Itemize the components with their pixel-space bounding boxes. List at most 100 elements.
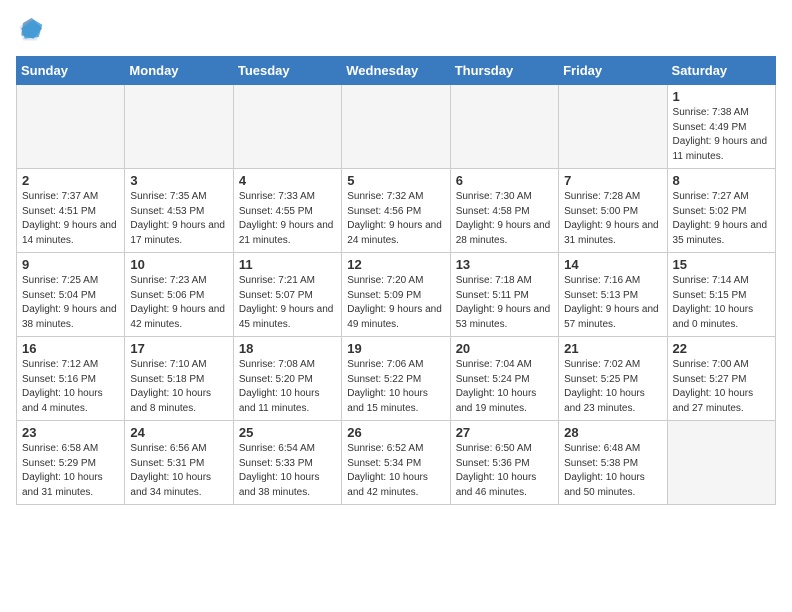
day-info: Sunrise: 7:38 AM Sunset: 4:49 PM Dayligh… <box>673 106 770 164</box>
day-number: 2 <box>22 173 119 188</box>
day-info: Sunrise: 6:52 AM Sunset: 5:34 PM Dayligh… <box>347 442 444 500</box>
calendar-cell: 4 Sunrise: 7:33 AM Sunset: 4:55 PM Daylig… <box>233 169 341 253</box>
day-number: 18 <box>239 341 336 356</box>
day-info: Sunrise: 7:00 AM Sunset: 5:27 PM Dayligh… <box>673 358 770 416</box>
day-info: Sunrise: 7:33 AM Sunset: 4:55 PM Dayligh… <box>239 190 336 248</box>
calendar-cell: 26 Sunrise: 6:52 AM Sunset: 5:34 PM Dayli… <box>342 421 450 505</box>
calendar-cell: 3 Sunrise: 7:35 AM Sunset: 4:53 PM Daylig… <box>125 169 233 253</box>
calendar-cell: 19 Sunrise: 7:06 AM Sunset: 5:22 PM Dayli… <box>342 337 450 421</box>
logo-icon <box>16 16 44 44</box>
day-info: Sunrise: 7:16 AM Sunset: 5:13 PM Dayligh… <box>564 274 661 332</box>
day-header-sunday: Sunday <box>17 57 125 85</box>
calendar-header-row: SundayMondayTuesdayWednesdayThursdayFrid… <box>17 57 776 85</box>
day-info: Sunrise: 6:54 AM Sunset: 5:33 PM Dayligh… <box>239 442 336 500</box>
calendar-cell: 22 Sunrise: 7:00 AM Sunset: 5:27 PM Dayli… <box>667 337 775 421</box>
calendar-cell: 13Sunrise: 7:18 AM Sunset: 5:11 PM Dayli… <box>450 253 558 337</box>
day-number: 17 <box>130 341 227 356</box>
day-info: Sunrise: 7:10 AM Sunset: 5:18 PM Dayligh… <box>130 358 227 416</box>
day-number: 21 <box>564 341 661 356</box>
day-info: Sunrise: 7:37 AM Sunset: 4:51 PM Dayligh… <box>22 190 119 248</box>
day-number: 15 <box>673 257 770 272</box>
day-number: 7 <box>564 173 661 188</box>
calendar-cell: 15 Sunrise: 7:14 AM Sunset: 5:15 PM Dayli… <box>667 253 775 337</box>
calendar-week-row: 1 Sunrise: 7:38 AM Sunset: 4:49 PM Daylig… <box>17 85 776 169</box>
day-header-saturday: Saturday <box>667 57 775 85</box>
day-number: 1 <box>673 89 770 104</box>
calendar-cell: 28 Sunrise: 6:48 AM Sunset: 5:38 PM Dayli… <box>559 421 667 505</box>
calendar-table: SundayMondayTuesdayWednesdayThursdayFrid… <box>16 56 776 505</box>
calendar-cell: 18 Sunrise: 7:08 AM Sunset: 5:20 PM Dayli… <box>233 337 341 421</box>
day-header-thursday: Thursday <box>450 57 558 85</box>
day-number: 9 <box>22 257 119 272</box>
day-number: 27 <box>456 425 553 440</box>
day-info: Sunrise: 7:25 AM Sunset: 5:04 PM Dayligh… <box>22 274 119 332</box>
calendar-week-row: 23 Sunrise: 6:58 AM Sunset: 5:29 PM Dayli… <box>17 421 776 505</box>
calendar-week-row: 16 Sunrise: 7:12 AM Sunset: 5:16 PM Dayli… <box>17 337 776 421</box>
day-number: 3 <box>130 173 227 188</box>
day-info: Sunrise: 6:56 AM Sunset: 5:31 PM Dayligh… <box>130 442 227 500</box>
day-number: 10 <box>130 257 227 272</box>
day-info: Sunrise: 7:21 AM Sunset: 5:07 PM Dayligh… <box>239 274 336 332</box>
calendar-cell <box>559 85 667 169</box>
day-info: Sunrise: 7:35 AM Sunset: 4:53 PM Dayligh… <box>130 190 227 248</box>
day-info: Sunrise: 7:27 AM Sunset: 5:02 PM Dayligh… <box>673 190 770 248</box>
logo <box>16 16 48 44</box>
calendar-cell: 17 Sunrise: 7:10 AM Sunset: 5:18 PM Dayli… <box>125 337 233 421</box>
day-number: 6 <box>456 173 553 188</box>
calendar-cell: 8 Sunrise: 7:27 AM Sunset: 5:02 PM Daylig… <box>667 169 775 253</box>
day-header-wednesday: Wednesday <box>342 57 450 85</box>
day-info: Sunrise: 7:14 AM Sunset: 5:15 PM Dayligh… <box>673 274 770 332</box>
calendar-week-row: 9 Sunrise: 7:25 AM Sunset: 5:04 PM Daylig… <box>17 253 776 337</box>
calendar-cell <box>450 85 558 169</box>
day-number: 26 <box>347 425 444 440</box>
day-info: Sunrise: 7:12 AM Sunset: 5:16 PM Dayligh… <box>22 358 119 416</box>
day-info: Sunrise: 7:28 AM Sunset: 5:00 PM Dayligh… <box>564 190 661 248</box>
day-number: 24 <box>130 425 227 440</box>
page-header <box>16 16 776 44</box>
calendar-cell <box>342 85 450 169</box>
day-info: Sunrise: 7:20 AM Sunset: 5:09 PM Dayligh… <box>347 274 444 332</box>
day-number: 23 <box>22 425 119 440</box>
calendar-cell: 25 Sunrise: 6:54 AM Sunset: 5:33 PM Dayli… <box>233 421 341 505</box>
calendar-week-row: 2 Sunrise: 7:37 AM Sunset: 4:51 PM Daylig… <box>17 169 776 253</box>
day-number: 22 <box>673 341 770 356</box>
calendar-cell <box>233 85 341 169</box>
calendar-cell: 7 Sunrise: 7:28 AM Sunset: 5:00 PM Daylig… <box>559 169 667 253</box>
day-number: 25 <box>239 425 336 440</box>
day-info: Sunrise: 7:08 AM Sunset: 5:20 PM Dayligh… <box>239 358 336 416</box>
calendar-cell <box>17 85 125 169</box>
day-number: 19 <box>347 341 444 356</box>
calendar-cell: 11 Sunrise: 7:21 AM Sunset: 5:07 PM Dayli… <box>233 253 341 337</box>
day-number: 20 <box>456 341 553 356</box>
calendar-cell: 10 Sunrise: 7:23 AM Sunset: 5:06 PM Dayli… <box>125 253 233 337</box>
day-info: Sunrise: 7:04 AM Sunset: 5:24 PM Dayligh… <box>456 358 553 416</box>
calendar-cell: 27Sunrise: 6:50 AM Sunset: 5:36 PM Dayli… <box>450 421 558 505</box>
calendar-cell: 2 Sunrise: 7:37 AM Sunset: 4:51 PM Daylig… <box>17 169 125 253</box>
calendar-cell: 9 Sunrise: 7:25 AM Sunset: 5:04 PM Daylig… <box>17 253 125 337</box>
calendar-cell: 12 Sunrise: 7:20 AM Sunset: 5:09 PM Dayli… <box>342 253 450 337</box>
day-number: 16 <box>22 341 119 356</box>
day-info: Sunrise: 6:58 AM Sunset: 5:29 PM Dayligh… <box>22 442 119 500</box>
day-info: Sunrise: 7:02 AM Sunset: 5:25 PM Dayligh… <box>564 358 661 416</box>
calendar-cell: 5Sunrise: 7:32 AM Sunset: 4:56 PM Daylig… <box>342 169 450 253</box>
day-info: Sunrise: 7:23 AM Sunset: 5:06 PM Dayligh… <box>130 274 227 332</box>
calendar-cell: 14Sunrise: 7:16 AM Sunset: 5:13 PM Dayli… <box>559 253 667 337</box>
calendar-cell: 1 Sunrise: 7:38 AM Sunset: 4:49 PM Daylig… <box>667 85 775 169</box>
day-number: 8 <box>673 173 770 188</box>
day-number: 12 <box>347 257 444 272</box>
day-header-friday: Friday <box>559 57 667 85</box>
calendar-cell: 23 Sunrise: 6:58 AM Sunset: 5:29 PM Dayli… <box>17 421 125 505</box>
day-info: Sunrise: 6:48 AM Sunset: 5:38 PM Dayligh… <box>564 442 661 500</box>
day-info: Sunrise: 7:18 AM Sunset: 5:11 PM Dayligh… <box>456 274 553 332</box>
calendar-cell: 6Sunrise: 7:30 AM Sunset: 4:58 PM Daylig… <box>450 169 558 253</box>
day-info: Sunrise: 7:06 AM Sunset: 5:22 PM Dayligh… <box>347 358 444 416</box>
calendar-cell: 16 Sunrise: 7:12 AM Sunset: 5:16 PM Dayli… <box>17 337 125 421</box>
day-number: 11 <box>239 257 336 272</box>
day-number: 28 <box>564 425 661 440</box>
calendar-cell: 21 Sunrise: 7:02 AM Sunset: 5:25 PM Dayli… <box>559 337 667 421</box>
calendar-cell <box>667 421 775 505</box>
day-info: Sunrise: 7:32 AM Sunset: 4:56 PM Dayligh… <box>347 190 444 248</box>
day-header-tuesday: Tuesday <box>233 57 341 85</box>
day-number: 4 <box>239 173 336 188</box>
calendar-cell: 20 Sunrise: 7:04 AM Sunset: 5:24 PM Dayli… <box>450 337 558 421</box>
